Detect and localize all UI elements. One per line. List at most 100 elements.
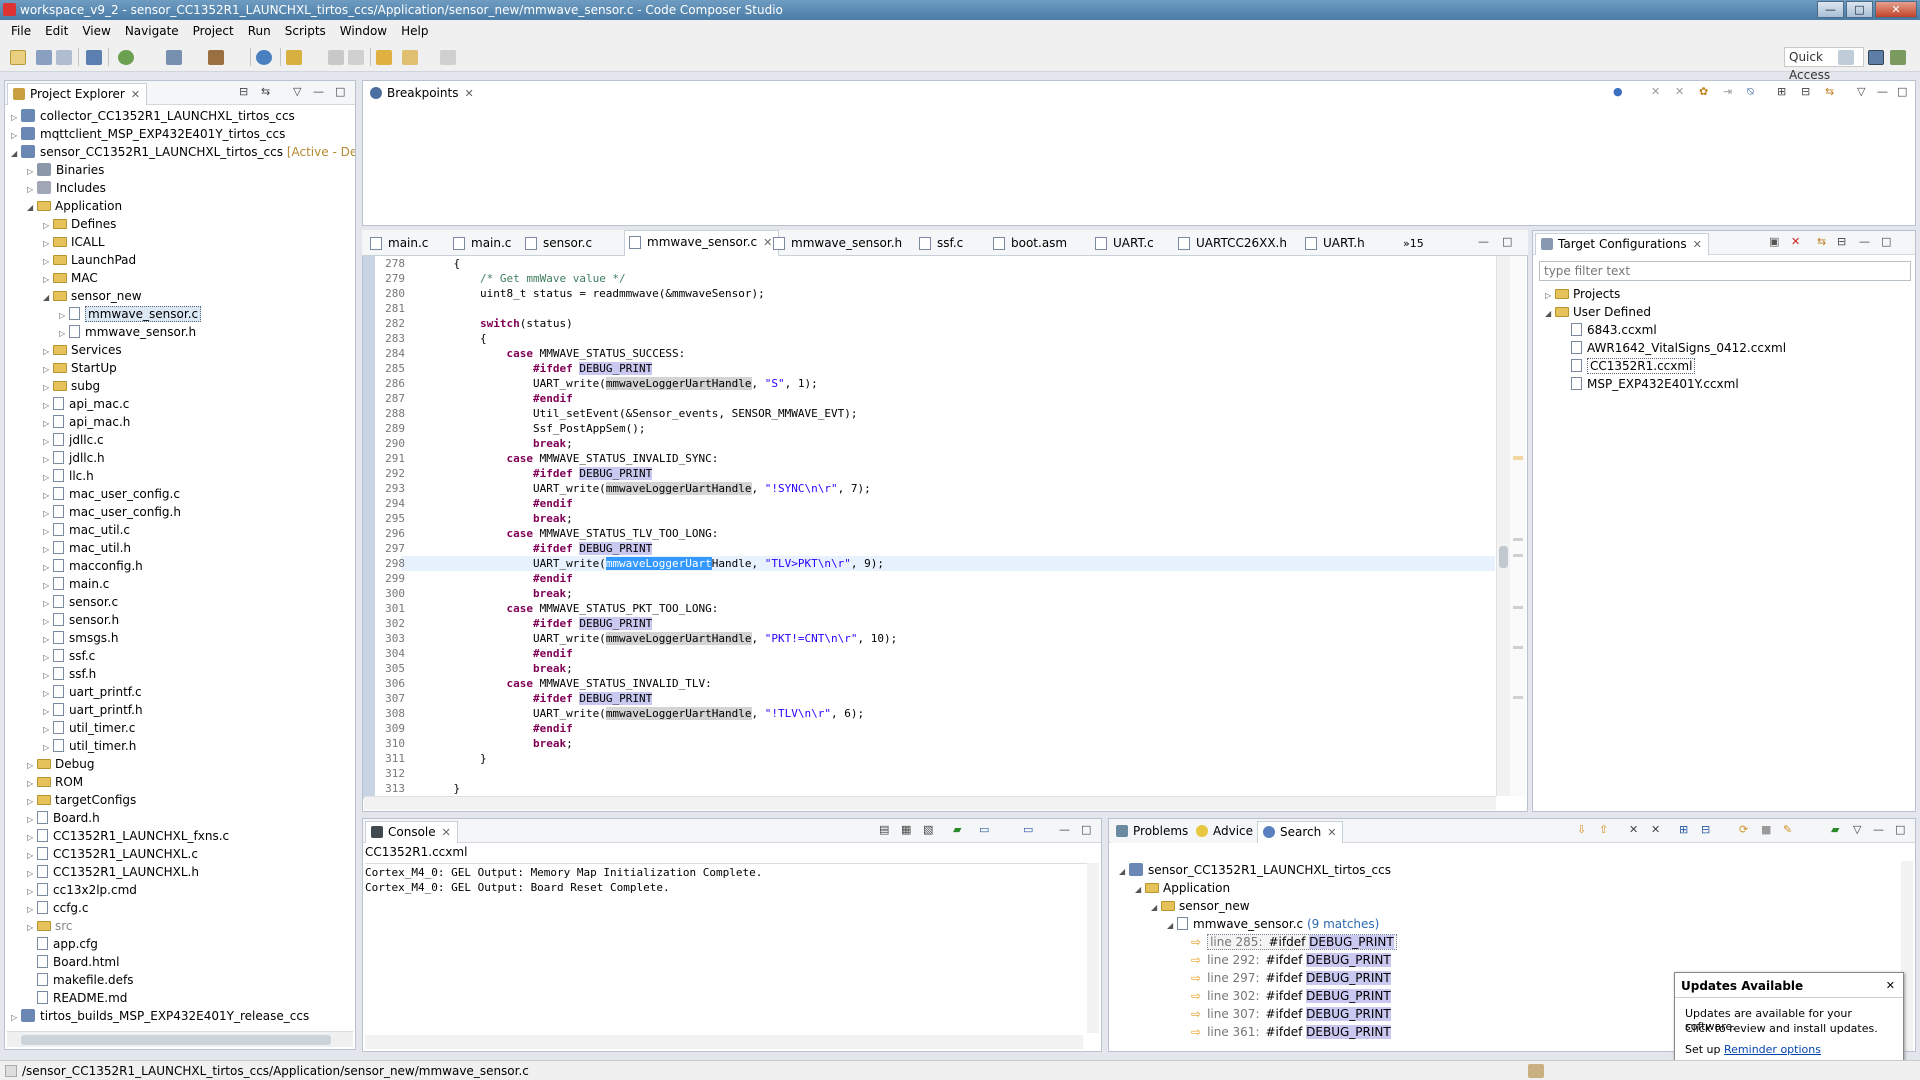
tab-overflow[interactable]: »15 bbox=[1403, 237, 1424, 250]
close-icon[interactable]: ✕ bbox=[1327, 826, 1336, 839]
tree-item[interactable]: ▷ ICALL bbox=[43, 233, 105, 251]
maximize-view-icon[interactable]: □ bbox=[335, 86, 346, 97]
tree-item[interactable]: ▷ ssf.c bbox=[43, 647, 95, 665]
tree-item[interactable]: ◢ Application bbox=[27, 197, 122, 215]
expand-toggle[interactable]: ◢ bbox=[27, 199, 37, 217]
code-area[interactable]: 278 {279 /* Get mmWave value */ 280 uint8… bbox=[375, 256, 1495, 796]
tree-item[interactable]: ▷ api_mac.c bbox=[43, 395, 129, 413]
close-icon[interactable]: ✕ bbox=[464, 87, 473, 100]
editor-horizontal-scrollbar[interactable] bbox=[364, 796, 1496, 810]
tree-item[interactable]: ▷ targetConfigs bbox=[27, 791, 136, 809]
tree-item[interactable]: ▷ MAC bbox=[43, 269, 98, 287]
tree-item[interactable]: ▷ CC1352R1_LAUNCHXL.h bbox=[27, 863, 199, 881]
menu-view[interactable]: View bbox=[75, 24, 117, 38]
reminder-options-link[interactable]: Reminder options bbox=[1724, 1043, 1821, 1056]
minimize-view-icon[interactable]: — bbox=[1059, 824, 1070, 835]
run-search-again-icon[interactable]: ⟳ bbox=[1739, 824, 1750, 835]
tree-item[interactable]: ▷ sensor.c bbox=[43, 593, 118, 611]
editor-tab[interactable]: mmwave_sensor.h bbox=[769, 232, 902, 256]
expand-toggle[interactable]: ▷ bbox=[11, 1009, 21, 1027]
minimize-button[interactable]: — bbox=[1817, 1, 1844, 18]
expand-toggle[interactable]: ◢ bbox=[11, 145, 21, 163]
pin-search-icon[interactable]: ▰ bbox=[1831, 824, 1842, 835]
tab-search[interactable]: Search ✕ bbox=[1257, 821, 1344, 843]
expand-toggle[interactable]: ◢ bbox=[1151, 899, 1161, 917]
console-horizontal-scrollbar[interactable] bbox=[365, 1035, 1083, 1049]
close-window-button[interactable]: ✕ bbox=[1875, 1, 1917, 18]
editor-tab[interactable]: UART.c bbox=[1091, 232, 1154, 256]
new-icon[interactable] bbox=[10, 50, 26, 65]
horizontal-scrollbar[interactable] bbox=[7, 1031, 353, 1047]
clear-console-icon[interactable]: ▤ bbox=[879, 824, 890, 835]
tree-item[interactable]: ▷ smsgs.h bbox=[43, 629, 118, 647]
editor-vertical-scrollbar[interactable] bbox=[1496, 256, 1510, 796]
link-icon[interactable]: ⇆ bbox=[1817, 236, 1828, 247]
search-tree-item[interactable]: ◢ sensor_CC1352R1_LAUNCHXL_tirtos_ccs bbox=[1119, 861, 1391, 879]
search-tree-item[interactable]: ◢ Application bbox=[1135, 879, 1230, 897]
minimize-view-icon[interactable]: — bbox=[1877, 86, 1888, 97]
minimize-view-icon[interactable]: — bbox=[1859, 236, 1870, 247]
tree-item[interactable]: ▷ macconfig.h bbox=[43, 557, 143, 575]
expand-toggle[interactable]: ◢ bbox=[1119, 863, 1129, 881]
editor-tab[interactable]: main.c bbox=[449, 232, 511, 256]
tree-item[interactable]: ▷ api_mac.h bbox=[43, 413, 130, 431]
target-config-item[interactable]: AWR1642_VitalSigns_0412.ccxml bbox=[1561, 339, 1786, 357]
expand-toggle[interactable]: ◢ bbox=[1135, 881, 1145, 899]
remove-breakpoint-icon[interactable]: ✕ bbox=[1651, 86, 1662, 97]
maximize-view-icon[interactable]: □ bbox=[1897, 86, 1908, 97]
expand-all-icon[interactable]: ⊞ bbox=[1679, 824, 1690, 835]
toggle-mark-icon[interactable] bbox=[328, 50, 344, 65]
skip-breakpoints-icon[interactable]: ⍉ bbox=[1747, 86, 1758, 97]
tree-item[interactable]: ▷ Binaries bbox=[27, 161, 104, 179]
collapse-all-icon[interactable]: ⊟ bbox=[1837, 236, 1848, 247]
tree-item[interactable]: ▷ sensor.h bbox=[43, 611, 119, 629]
console-output[interactable]: Cortex_M4_0: GEL Output: Memory Map Init… bbox=[365, 863, 1090, 1033]
close-icon[interactable]: ✕ bbox=[1693, 238, 1702, 251]
show-breakpoints-icon[interactable]: ✿ bbox=[1699, 86, 1710, 97]
updates-icon[interactable] bbox=[1528, 1064, 1544, 1078]
target-config-item[interactable]: ◢ User Defined bbox=[1545, 303, 1651, 321]
remove-match-icon[interactable]: ✕ bbox=[1629, 824, 1640, 835]
editor-tab[interactable]: boot.asm bbox=[989, 232, 1067, 256]
open-console-icon[interactable]: ▭ bbox=[1023, 824, 1034, 835]
toggle-block-icon[interactable] bbox=[348, 50, 364, 65]
editor-tab[interactable]: UARTCC26XX.h bbox=[1174, 232, 1287, 256]
maximize-view-icon[interactable]: □ bbox=[1895, 824, 1906, 835]
view-menu-icon[interactable]: ▽ bbox=[1853, 824, 1864, 835]
ccs-debug-perspective-icon[interactable] bbox=[1890, 50, 1906, 65]
view-menu-icon[interactable]: ▽ bbox=[1857, 86, 1868, 97]
tree-item[interactable]: ▷ Debug bbox=[27, 755, 94, 773]
save-icon[interactable] bbox=[36, 50, 52, 65]
view-menu-icon[interactable]: ▽ bbox=[293, 86, 304, 97]
maximize-button[interactable]: □ bbox=[1846, 1, 1873, 18]
collapse-all-icon[interactable]: ⊟ bbox=[1701, 824, 1712, 835]
tree-item[interactable]: ▷ mac_user_config.c bbox=[43, 485, 180, 503]
search-icon[interactable] bbox=[256, 50, 272, 65]
target-config-item[interactable]: 6843.ccxml bbox=[1561, 321, 1657, 339]
target-config-item[interactable]: ▷ Projects bbox=[1545, 285, 1620, 303]
tree-item[interactable]: README.md bbox=[27, 989, 127, 1007]
editor-tab[interactable]: mmwave_sensor.c ✕ bbox=[624, 230, 780, 256]
search-match-row[interactable]: ⇨ line 361: #ifdef DEBUG_PRINT bbox=[1191, 1023, 1391, 1041]
tree-item[interactable]: ▷ mac_util.c bbox=[43, 521, 130, 539]
tree-item[interactable]: ▷ Services bbox=[43, 341, 122, 359]
close-icon[interactable]: ✕ bbox=[131, 88, 140, 101]
goto-file-icon[interactable]: ⇥ bbox=[1723, 86, 1734, 97]
tree-item[interactable]: ▷ Defines bbox=[43, 215, 116, 233]
remove-all-breakpoints-icon[interactable]: ✕ bbox=[1675, 86, 1686, 97]
ccs-edit-perspective-icon[interactable] bbox=[1868, 50, 1884, 65]
tree-item[interactable]: ▷ ROM bbox=[27, 773, 83, 791]
tree-item[interactable]: ▷ jdllc.c bbox=[43, 431, 104, 449]
editor-tab[interactable]: ssf.c bbox=[915, 232, 963, 256]
search-tree-item[interactable]: ◢ sensor_new bbox=[1151, 897, 1250, 915]
build-hammer-icon[interactable] bbox=[208, 50, 224, 65]
scroll-lock-icon[interactable]: ▦ bbox=[901, 824, 912, 835]
new-target-config-icon[interactable]: ▣ bbox=[1769, 236, 1780, 247]
menu-window[interactable]: Window bbox=[333, 24, 394, 38]
expand-toggle[interactable]: ◢ bbox=[1545, 305, 1555, 323]
tree-item[interactable]: ▷ src bbox=[27, 917, 73, 935]
search-match-row[interactable]: ⇨ line 297: #ifdef DEBUG_PRINT bbox=[1191, 969, 1391, 987]
search-tree-item[interactable]: ◢ mmwave_sensor.c (9 matches) bbox=[1167, 915, 1379, 933]
minimize-editor-icon[interactable]: — bbox=[1478, 236, 1489, 247]
open-type-icon[interactable] bbox=[286, 50, 302, 65]
